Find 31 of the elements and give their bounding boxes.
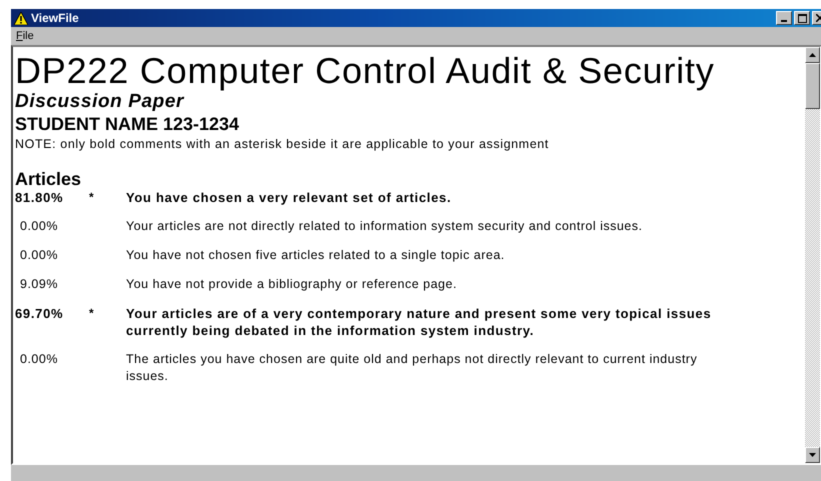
score: 81.80% (15, 189, 64, 206)
note-text: NOTE: only bold comments with an asterisk beside it are applicable to your assignment (15, 136, 550, 153)
maximize-button[interactable] (794, 11, 810, 25)
score: 0.00% (19, 218, 59, 235)
section-heading: Articles (15, 169, 82, 189)
comment-text: You have not chosen five articles related to a single topic area. (126, 247, 506, 264)
minimize-button[interactable] (776, 11, 792, 25)
up-arrow-icon (809, 53, 816, 57)
asterisk: * (89, 306, 94, 320)
scroll-thumb[interactable] (805, 63, 820, 109)
comment-text: You have not provide a bibliography or reference page. (126, 276, 458, 293)
score: 0.00% (19, 247, 59, 264)
menu-item[interactable]: File (13, 30, 37, 42)
score: 69.70% (15, 305, 64, 323)
comment-text: Your articles are of a very contemporary nature and present some very topical issues currently being debated in the information system industry. (126, 305, 712, 339)
warning-icon (14, 12, 28, 24)
comment-text: The articles you have chosen are quite old and perhaps not directly relevant to current industry issues. (126, 351, 698, 385)
scroll-down-button[interactable] (805, 447, 820, 463)
window-title: ViewFile (31, 11, 79, 25)
asterisk: * (89, 190, 94, 204)
scroll-up-button[interactable] (805, 47, 820, 63)
score: 0.00% (19, 351, 59, 368)
vertical-scrollbar[interactable] (805, 47, 820, 463)
subtitle: Discussion Paper (15, 91, 186, 113)
maximize-icon (798, 14, 806, 22)
comment-text: Your articles are not directly related to information system security and control issues. (126, 218, 644, 235)
comment-text: You have chosen a very relevant set of articles. (126, 189, 452, 206)
down-arrow-icon (809, 453, 816, 457)
document-heading: DP222 Computer Control Audit & Security (15, 51, 716, 91)
score: 9.09% (19, 276, 59, 293)
student-name: STUDENT NAME 123-1234 (15, 113, 240, 135)
